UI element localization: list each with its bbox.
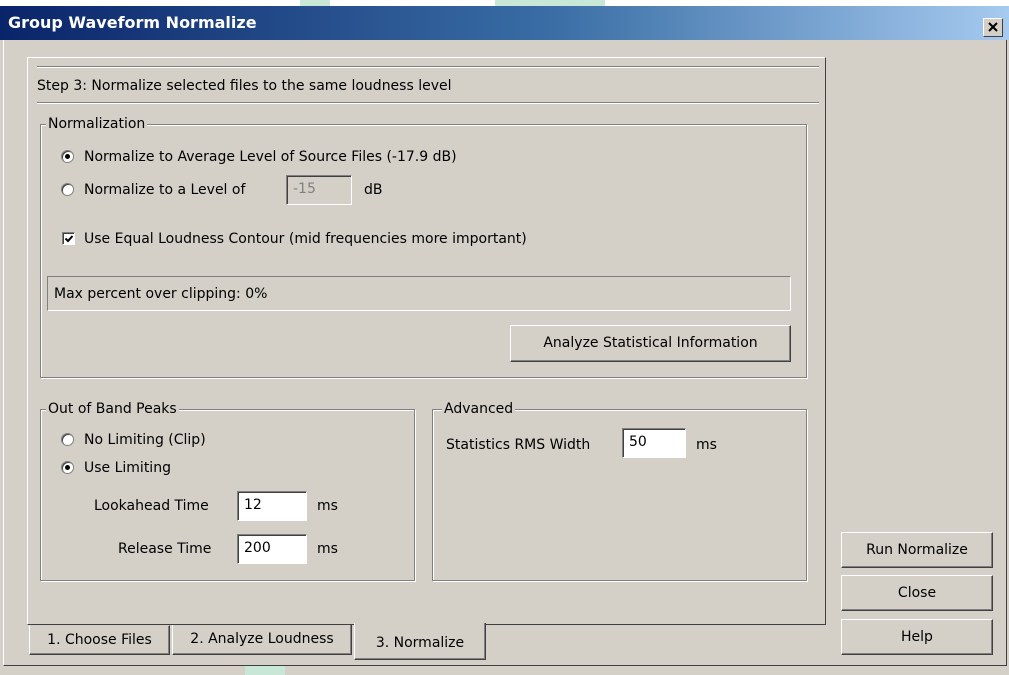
close-button[interactable]: Close	[841, 575, 993, 611]
normalize-average-radio[interactable]	[61, 150, 74, 163]
normalization-group-label: Normalization	[46, 116, 148, 132]
tab-choose-files[interactable]: 1. Choose Files	[29, 625, 170, 655]
separator	[37, 102, 819, 104]
window-title: Group Waveform Normalize	[8, 13, 257, 32]
lookahead-label: Lookahead Time	[94, 498, 209, 514]
use-limiting-radio[interactable]	[61, 461, 74, 474]
lookahead-input[interactable]: 12	[237, 491, 307, 521]
lookahead-unit: ms	[317, 498, 338, 514]
tab-normalize[interactable]: 3. Normalize	[354, 623, 486, 660]
normalize-level-label[interactable]: Normalize to a Level of	[84, 182, 245, 198]
release-unit: ms	[317, 541, 338, 557]
close-icon	[988, 22, 998, 32]
release-input[interactable]: 200	[237, 534, 307, 564]
rms-width-label: Statistics RMS Width	[446, 437, 591, 453]
separator	[37, 66, 819, 68]
step-heading: Step 3: Normalize selected files to the …	[37, 78, 452, 94]
out-of-band-peaks-label: Out of Band Peaks	[46, 401, 179, 417]
advanced-group	[432, 409, 807, 581]
use-limiting-label[interactable]: Use Limiting	[84, 460, 171, 476]
release-label: Release Time	[118, 541, 212, 557]
help-button[interactable]: Help	[841, 619, 993, 655]
analyze-statistics-button[interactable]: Analyze Statistical Information	[510, 325, 791, 362]
checkmark-icon	[64, 235, 74, 243]
level-unit: dB	[364, 182, 383, 198]
clipping-status-text: Max percent over clipping: 0%	[54, 286, 268, 302]
tab-analyze-loudness[interactable]: 2. Analyze Loudness	[172, 625, 352, 655]
advanced-group-label: Advanced	[442, 401, 516, 417]
no-limiting-label[interactable]: No Limiting (Clip)	[84, 432, 206, 448]
close-window-button[interactable]	[983, 18, 1003, 37]
background-app-strip	[0, 666, 1009, 675]
equal-loudness-checkbox[interactable]	[62, 232, 75, 245]
background-strip-accent	[245, 666, 285, 675]
level-input[interactable]: -15	[286, 175, 352, 205]
normalize-average-label[interactable]: Normalize to Average Level of Source Fil…	[84, 149, 457, 165]
run-normalize-button[interactable]: Run Normalize	[841, 532, 993, 568]
rms-width-unit: ms	[696, 437, 717, 453]
title-bar[interactable]: Group Waveform Normalize	[0, 6, 1009, 40]
no-limiting-radio[interactable]	[61, 433, 74, 446]
rms-width-input[interactable]: 50	[622, 428, 686, 458]
equal-loudness-label[interactable]: Use Equal Loudness Contour (mid frequenc…	[84, 231, 527, 247]
normalize-level-radio[interactable]	[61, 183, 74, 196]
